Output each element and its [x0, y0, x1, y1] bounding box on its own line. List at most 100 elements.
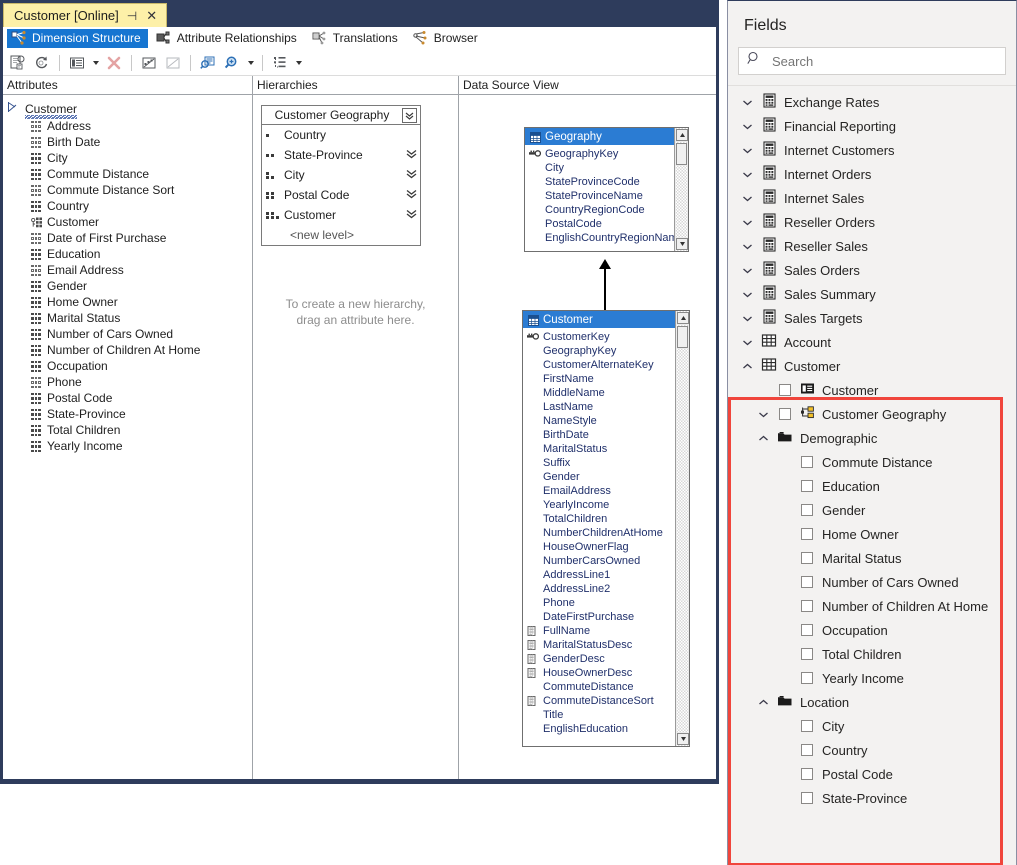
- dsv-column[interactable]: EmailAddress: [523, 484, 689, 498]
- field-checkbox[interactable]: [796, 792, 818, 804]
- hierarchy-level-row[interactable]: Customer: [262, 205, 420, 225]
- hierarchy-new-level[interactable]: <new level>: [262, 225, 420, 245]
- dsv-column[interactable]: StateProvinceName: [525, 189, 688, 203]
- dsv-column[interactable]: HouseOwnerFlag: [523, 540, 689, 554]
- dsv-column[interactable]: CustomerAlternateKey: [523, 358, 689, 372]
- fields-item-gender[interactable]: Gender: [728, 498, 1016, 522]
- hierarchy-level-chevron-down-icon[interactable]: [402, 168, 420, 183]
- dsv-column[interactable]: NumberCarsOwned: [523, 554, 689, 568]
- search-box[interactable]: [738, 47, 1006, 75]
- attribute-item[interactable]: Gender: [3, 278, 252, 294]
- fields-group-account[interactable]: Account: [728, 330, 1016, 354]
- attribute-item[interactable]: Yearly Income: [3, 438, 252, 454]
- attribute-item[interactable]: Occupation: [3, 358, 252, 374]
- field-checkbox[interactable]: [796, 504, 818, 516]
- fields-item-city[interactable]: City: [728, 714, 1016, 738]
- dsv-customer-scroll-down-icon[interactable]: [677, 733, 689, 745]
- attribute-item[interactable]: Phone: [3, 374, 252, 390]
- hierarchy-level-chevron-down-icon[interactable]: [402, 188, 420, 203]
- tab-attribute-relationships[interactable]: Attribute Relationships: [152, 29, 304, 48]
- fields-item-customer[interactable]: Customer: [728, 378, 1016, 402]
- attribute-item[interactable]: Date of First Purchase: [3, 230, 252, 246]
- fields-group-reseller-sales[interactable]: Reseller Sales: [728, 234, 1016, 258]
- fields-item-postal-code[interactable]: Postal Code: [728, 762, 1016, 786]
- fields-item-customer-geography[interactable]: Customer Geography: [728, 402, 1016, 426]
- attributes-root-node[interactable]: Customer: [3, 97, 252, 119]
- zoom-caret-icon[interactable]: [245, 52, 256, 74]
- query-zoom-icon[interactable]: [197, 52, 219, 74]
- attribute-item[interactable]: Address: [3, 118, 252, 134]
- chevron-up-icon[interactable]: [752, 432, 774, 445]
- dsv-column[interactable]: MiddleName: [523, 386, 689, 400]
- fields-item-number-of-cars-owned[interactable]: Number of Cars Owned: [728, 570, 1016, 594]
- tree-view-caret-icon[interactable]: [293, 52, 304, 74]
- dsv-column[interactable]: LastName: [523, 400, 689, 414]
- field-checkbox[interactable]: [796, 600, 818, 612]
- dsv-column[interactable]: Phone: [523, 596, 689, 610]
- field-checkbox[interactable]: [796, 528, 818, 540]
- attribute-item[interactable]: Birth Date: [3, 134, 252, 150]
- dsv-column[interactable]: CommuteDistance: [523, 680, 689, 694]
- hierarchy-collapse-chevron-icon[interactable]: [402, 107, 417, 123]
- fields-item-number-of-children-at-home[interactable]: Number of Children At Home: [728, 594, 1016, 618]
- chevron-down-icon[interactable]: [736, 216, 758, 229]
- hierarchy-level-chevron-down-icon[interactable]: [402, 208, 420, 223]
- delete-red-x-icon[interactable]: [103, 52, 125, 74]
- fields-item-occupation[interactable]: Occupation: [728, 618, 1016, 642]
- tab-dimension-structure[interactable]: Dimension Structure: [7, 28, 148, 48]
- dsv-column[interactable]: FullName: [523, 624, 689, 638]
- attribute-item[interactable]: Number of Cars Owned: [3, 326, 252, 342]
- dsv-column[interactable]: MaritalStatusDesc: [523, 638, 689, 652]
- dsv-customer-scrollbar[interactable]: [675, 311, 689, 746]
- chevron-up-icon[interactable]: [752, 696, 774, 709]
- chevron-up-icon[interactable]: [736, 360, 758, 373]
- fields-group-sales-summary[interactable]: Sales Summary: [728, 282, 1016, 306]
- tab-translations[interactable]: Translations: [308, 29, 405, 48]
- fields-group-reseller-orders[interactable]: Reseller Orders: [728, 210, 1016, 234]
- chevron-down-icon[interactable]: [736, 240, 758, 253]
- chevron-down-icon[interactable]: [736, 288, 758, 301]
- chevron-down-icon[interactable]: [736, 120, 758, 133]
- attribute-item[interactable]: Commute Distance Sort: [3, 182, 252, 198]
- attribute-item[interactable]: Total Children: [3, 422, 252, 438]
- dsv-geography-scrollbar[interactable]: [674, 128, 688, 251]
- chevron-down-icon[interactable]: [736, 96, 758, 109]
- field-checkbox[interactable]: [774, 408, 796, 420]
- attribute-item[interactable]: Country: [3, 198, 252, 214]
- fields-item-yearly-income[interactable]: Yearly Income: [728, 666, 1016, 690]
- tab-browser[interactable]: Browser: [409, 29, 485, 48]
- dsv-customer-scroll-thumb[interactable]: [677, 326, 688, 348]
- attribute-item[interactable]: Number of Children At Home: [3, 342, 252, 358]
- dsv-column[interactable]: EnglishEducation: [523, 722, 689, 736]
- chevron-down-icon[interactable]: [736, 192, 758, 205]
- fields-group-internet-orders[interactable]: Internet Orders: [728, 162, 1016, 186]
- hide-attributes-icon[interactable]: [162, 52, 184, 74]
- hierarchy-level-row[interactable]: State-Province: [262, 145, 420, 165]
- fields-item-country[interactable]: Country: [728, 738, 1016, 762]
- field-checkbox[interactable]: [796, 648, 818, 660]
- dsv-column[interactable]: City: [525, 161, 688, 175]
- dsv-table-geography[interactable]: Geography GeographyKey City StateProvinceC…: [524, 127, 689, 252]
- dsv-column[interactable]: EnglishCountryRegionName: [525, 231, 688, 245]
- dsv-column[interactable]: NumberChildrenAtHome: [523, 526, 689, 540]
- field-checkbox[interactable]: [796, 744, 818, 756]
- dsv-column[interactable]: BirthDate: [523, 428, 689, 442]
- fields-group-financial-reporting[interactable]: Financial Reporting: [728, 114, 1016, 138]
- zoom-magnifier-icon[interactable]: [221, 52, 243, 74]
- hierarchy-level-row[interactable]: Postal Code: [262, 185, 420, 205]
- hierarchy-level-row[interactable]: City: [262, 165, 420, 185]
- dsv-column[interactable]: AddressLine1: [523, 568, 689, 582]
- refresh-icon[interactable]: [31, 52, 53, 74]
- fields-item-total-children[interactable]: Total Children: [728, 642, 1016, 666]
- fields-item-state-province[interactable]: State-Province: [728, 786, 1016, 810]
- properties-list-caret-icon[interactable]: [90, 52, 101, 74]
- field-checkbox[interactable]: [796, 552, 818, 564]
- fields-group-sales-targets[interactable]: Sales Targets: [728, 306, 1016, 330]
- fields-group-customer[interactable]: Customer: [728, 354, 1016, 378]
- chevron-down-icon[interactable]: [736, 312, 758, 325]
- dsv-column[interactable]: GeographyKey: [525, 147, 688, 161]
- attribute-item[interactable]: State-Province: [3, 406, 252, 422]
- attribute-item[interactable]: Home Owner: [3, 294, 252, 310]
- dsv-column[interactable]: HouseOwnerDesc: [523, 666, 689, 680]
- dsv-column[interactable]: TotalChildren: [523, 512, 689, 526]
